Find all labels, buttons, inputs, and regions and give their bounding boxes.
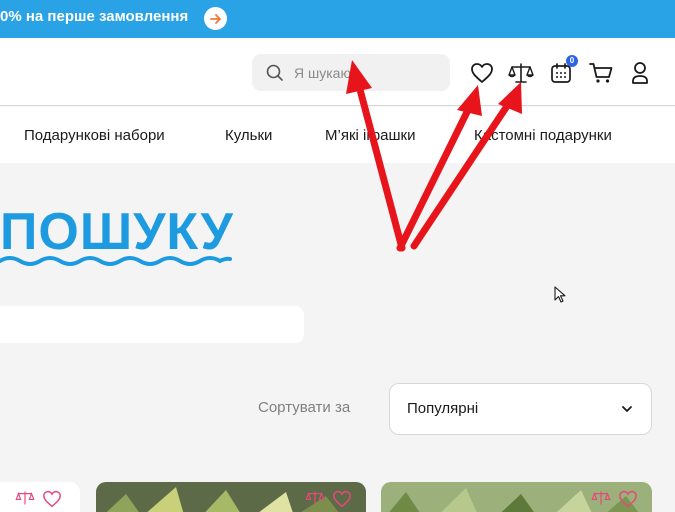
chevron-down-icon bbox=[622, 406, 632, 412]
site-header: 0 bbox=[0, 38, 675, 106]
sort-label: Сортувати за bbox=[258, 399, 351, 416]
heart-icon[interactable] bbox=[618, 490, 638, 508]
scales-icon[interactable] bbox=[304, 490, 326, 506]
user-icon bbox=[632, 62, 648, 84]
cart-button[interactable] bbox=[588, 60, 614, 86]
arrow-right-icon bbox=[209, 13, 221, 24]
promo-bar: 0% на перше замовлення bbox=[0, 0, 675, 38]
compare-button[interactable] bbox=[508, 60, 534, 86]
mouse-cursor-icon bbox=[554, 286, 566, 303]
scales-icon[interactable] bbox=[590, 490, 612, 506]
search-bar[interactable] bbox=[252, 54, 450, 91]
scales-icon[interactable] bbox=[14, 490, 36, 506]
search-icon bbox=[266, 64, 283, 81]
cart-icon bbox=[589, 63, 613, 83]
calendar-button[interactable]: 0 bbox=[548, 55, 578, 86]
category-nav: Подарункові набори Кульки М’які іграшки … bbox=[0, 107, 675, 163]
product-card[interactable] bbox=[0, 482, 80, 512]
heart-icon[interactable] bbox=[332, 490, 352, 508]
sort-dropdown[interactable]: Популярні bbox=[389, 383, 652, 435]
product-card[interactable] bbox=[381, 482, 652, 512]
wishlist-button[interactable] bbox=[469, 60, 495, 86]
nav-item-soft-toys[interactable]: М’які іграшки bbox=[325, 127, 415, 144]
search-query-field[interactable] bbox=[0, 306, 304, 343]
account-button[interactable] bbox=[627, 60, 653, 86]
promo-text: 0% на перше замовлення bbox=[0, 8, 189, 25]
promo-button[interactable] bbox=[204, 7, 227, 30]
nav-item-custom-gifts[interactable]: Кастомні подарунки bbox=[474, 127, 612, 144]
heart-icon bbox=[471, 63, 493, 83]
nav-item-gift-sets[interactable]: Подарункові набори bbox=[24, 127, 165, 144]
nav-item-balloons[interactable]: Кульки bbox=[225, 127, 272, 144]
scales-icon bbox=[508, 63, 534, 83]
sort-selected-value: Популярні bbox=[407, 400, 479, 417]
search-input[interactable] bbox=[294, 54, 444, 91]
product-card[interactable] bbox=[96, 482, 366, 512]
title-wave-decoration bbox=[0, 256, 232, 266]
page-title: ПОШУКУ bbox=[0, 203, 234, 261]
heart-icon[interactable] bbox=[42, 490, 62, 508]
calendar-badge: 0 bbox=[566, 55, 578, 67]
